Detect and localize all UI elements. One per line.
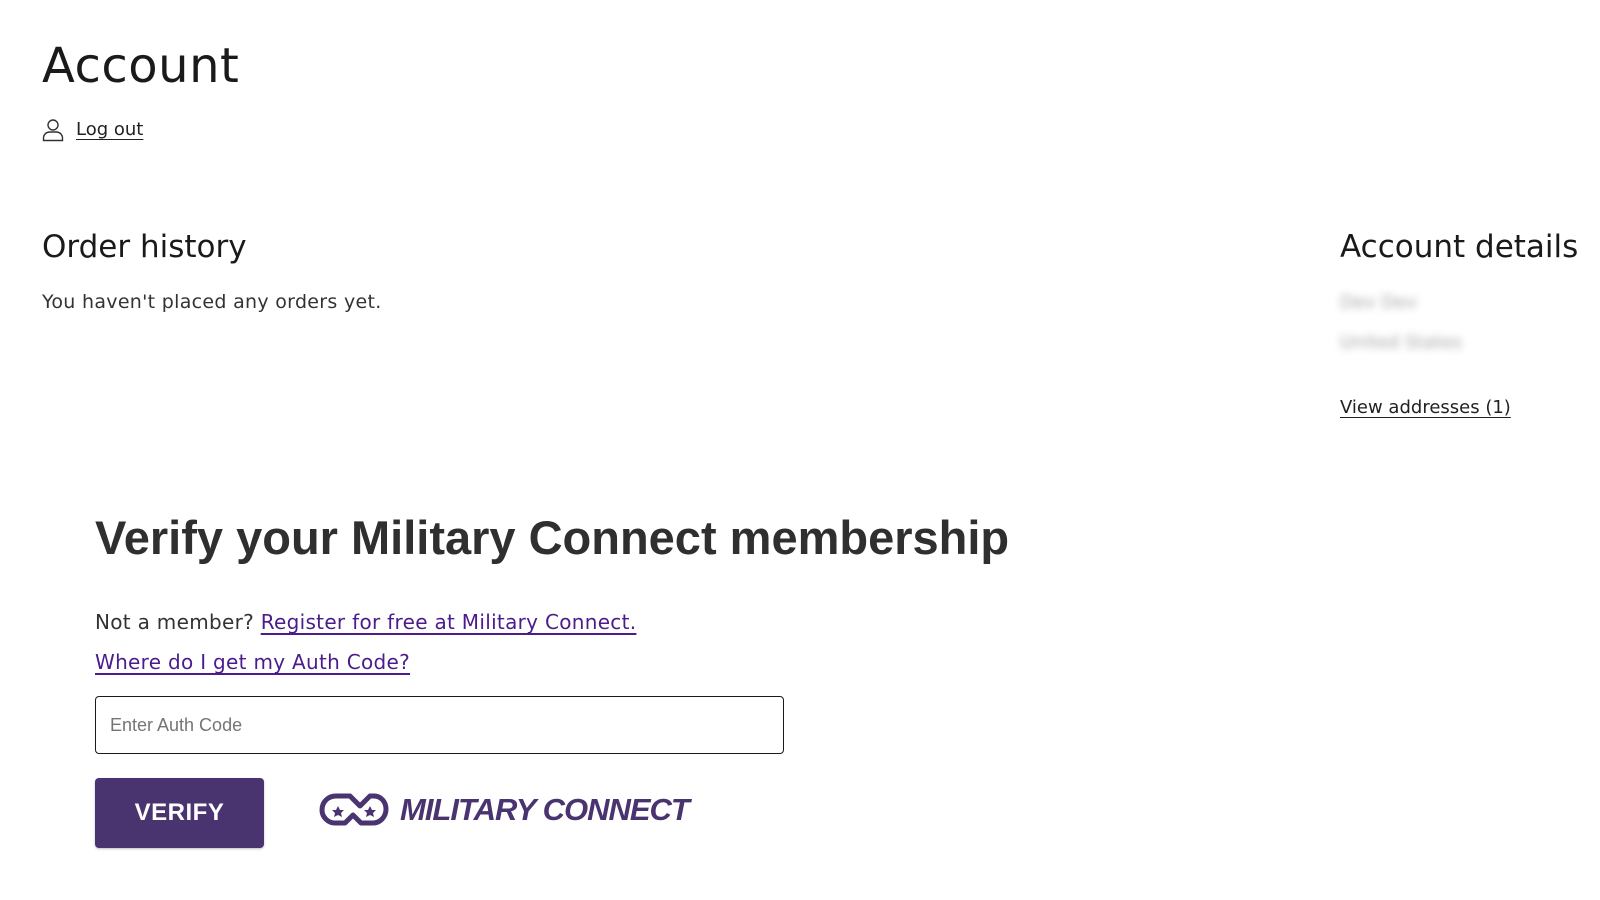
logout-label: Log out (76, 119, 144, 140)
not-member-line: Not a member? Register for free at Milit… (95, 608, 636, 636)
auth-code-help-link[interactable]: Where do I get my Auth Code? (95, 650, 410, 674)
register-link[interactable]: Register for free at Military Connect. (261, 610, 637, 634)
auth-code-input[interactable] (95, 696, 784, 754)
verify-button[interactable]: VERIFY (95, 778, 264, 848)
military-connect-logo-icon (319, 793, 389, 826)
page-title: Account (42, 38, 240, 94)
account-details-heading: Account details (1340, 229, 1579, 265)
military-connect-title: Verify your Military Connect membership (95, 511, 1010, 564)
military-connect-logo-text: MILITARY CONNECT (400, 792, 690, 827)
user-icon (42, 118, 64, 142)
not-member-text: Not a member? (95, 610, 255, 634)
military-connect-logo: MILITARY CONNECT (318, 786, 690, 834)
account-name: Dev Dev (1340, 292, 1417, 313)
logout-link[interactable]: Log out (42, 118, 143, 142)
orders-empty-message: You haven't placed any orders yet. (42, 291, 382, 313)
auth-code-help-line: Where do I get my Auth Code? (95, 648, 410, 676)
order-history-heading: Order history (42, 229, 247, 265)
view-addresses-link[interactable]: View addresses (1) (1340, 396, 1511, 420)
account-country: United States (1340, 332, 1462, 353)
